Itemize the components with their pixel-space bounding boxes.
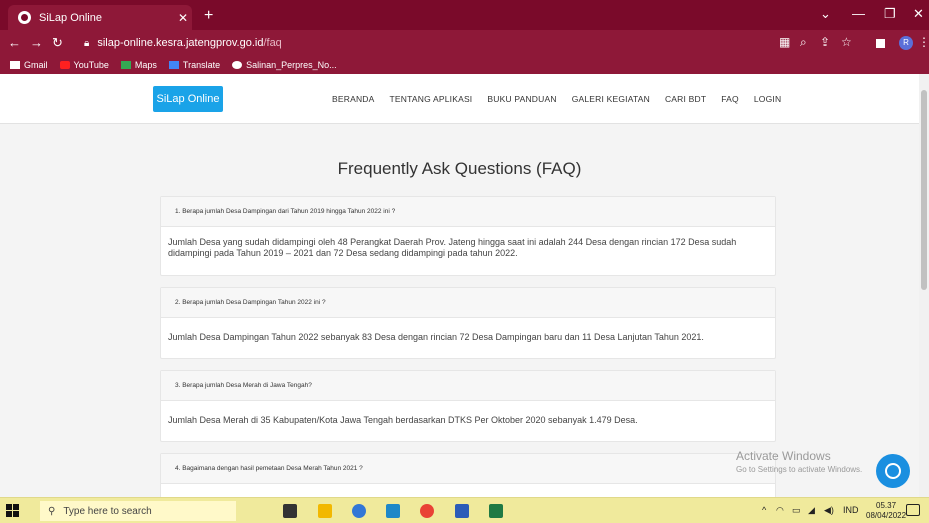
faq-answer: Jumlah Desa yang sudah didampingi oleh 4… [168,237,737,258]
word-icon[interactable] [455,504,469,518]
minimize-icon[interactable]: — [852,6,865,21]
notification-center-icon[interactable] [906,504,920,516]
translate-page-icon[interactable]: ▦ [779,35,790,49]
tab-strip: SiLap Online ✕ + ⌄ — ❐ ✕ [0,0,929,30]
windows-taskbar: ⚲ Type here to search ^ ◠ ▭ ◢ ◀) IND 05.… [0,497,929,523]
edge-icon[interactable] [352,504,366,518]
windows-start-icon[interactable] [6,504,20,518]
bookmark-translate[interactable]: Translate [168,60,220,70]
bookmarks-bar: Gmail YouTube Maps Translate Salinan_Per… [0,56,929,74]
search-icon: ⚲ [48,505,56,517]
window-close-icon[interactable]: ✕ [913,6,924,22]
menu-galeri-kegiatan[interactable]: GALERI KEGIATAN [572,94,650,104]
tab-title: SiLap Online [39,11,102,24]
faq-question[interactable]: 3. Berapa jumlah Desa Merah di Jawa Teng… [161,371,775,401]
menu-tentang-aplikasi[interactable]: TENTANG APLIKASI [390,94,473,104]
faq-item: 2. Berapa jumlah Desa Dampingan Tahun 20… [160,287,776,359]
chrome-icon[interactable] [420,504,434,518]
site-favicon-icon [18,11,31,24]
back-icon[interactable]: ← [8,35,21,50]
faq-question[interactable]: 1. Berapa jumlah Desa Dampingan dari Tah… [161,197,775,227]
bookmark-maps[interactable]: Maps [120,60,157,70]
forward-icon[interactable]: → [30,35,43,50]
faq-item: 1. Berapa jumlah Desa Dampingan dari Tah… [160,196,776,276]
web-page: SiLap Online BERANDA TENTANG APLIKASI BU… [0,74,919,497]
reload-icon[interactable]: ↻ [52,35,63,51]
task-view-icon[interactable] [283,504,297,518]
new-tab-icon[interactable]: + [204,7,213,25]
faq-question[interactable]: 2. Berapa jumlah Desa Dampingan Tahun 20… [161,288,775,318]
bookmark-star-icon[interactable]: ☆ [841,35,852,49]
excel-icon[interactable] [489,504,503,518]
restore-icon[interactable]: ❐ [884,6,896,22]
lock-icon: 🔒︎ [84,37,90,49]
site-navbar: SiLap Online BERANDA TENTANG APLIKASI BU… [0,74,919,124]
gmail-icon [10,61,20,69]
bookmark-youtube[interactable]: YouTube [59,60,109,70]
faq-item: 4. Bagaimana dengan hasil pemetaan Desa … [160,453,776,497]
volume-icon[interactable]: ◀) [824,505,834,516]
scrollbar-thumb[interactable] [921,90,927,290]
menu-login[interactable]: LOGIN [754,94,781,104]
battery-icon[interactable]: ▭ [792,505,801,516]
browser-tab[interactable]: SiLap Online ✕ [8,5,192,30]
page-scrollbar[interactable] [919,74,929,497]
faq-item: 3. Berapa jumlah Desa Merah di Jawa Teng… [160,370,776,442]
address-bar[interactable]: 🔒︎ silap-online.kesra.jatengprov.go.id/f… [84,34,764,52]
language-indicator[interactable]: IND [843,505,859,515]
brand-logo-button[interactable]: SiLap Online [153,86,223,112]
maps-icon [120,61,131,69]
faq-answer [161,484,775,494]
activate-windows-watermark: Activate Windows Go to Settings to activ… [736,449,863,474]
page-title: Frequently Ask Questions (FAQ) [337,159,582,178]
extension-icon[interactable] [876,39,885,48]
translate-icon [168,61,179,69]
search-placeholder: Type here to search [63,505,152,517]
site-favicon-icon [232,61,243,69]
site-menu: BERANDA TENTANG APLIKASI BUKU PANDUAN GA… [332,94,781,104]
chat-widget-button[interactable] [876,454,910,488]
url-path: /faq [263,37,282,49]
menu-buku-panduan[interactable]: BUKU PANDUAN [487,94,556,104]
faq-answer: Jumlah Desa Dampingan Tahun 2022 sebanya… [168,332,704,342]
wifi-icon[interactable]: ◢ [808,505,815,516]
tab-close-icon[interactable]: ✕ [174,11,192,25]
tab-search-chevron-icon[interactable]: ⌄ [820,6,831,22]
browser-toolbar: ← → ↻ 🔒︎ silap-online.kesra.jatengprov.g… [0,30,929,56]
file-explorer-icon[interactable] [318,504,332,518]
network-icon[interactable]: ◠ [776,505,784,516]
url-host: silap-online.kesra.jatengprov.go.id [97,37,264,49]
profile-avatar[interactable]: R [899,36,913,50]
tray-chevron-icon[interactable]: ^ [762,505,766,515]
taskbar-search-box[interactable]: ⚲ Type here to search [40,501,236,521]
menu-beranda[interactable]: BERANDA [332,94,375,104]
youtube-icon [59,61,70,69]
bookmark-gmail[interactable]: Gmail [10,60,48,70]
share-icon[interactable]: ⇪ [820,35,830,49]
faq-answer: Jumlah Desa Merah di 35 Kabupaten/Kota J… [168,415,638,425]
menu-faq[interactable]: FAQ [721,94,739,104]
zoom-icon[interactable]: ⌕ [800,35,807,50]
bookmark-salinan[interactable]: Salinan_Perpres_No... [232,60,337,70]
taskbar-clock[interactable]: 05.37 08/04/2022 [866,501,906,521]
browser-menu-icon[interactable]: ⋮ [918,35,929,49]
faq-question[interactable]: 4. Bagaimana dengan hasil pemetaan Desa … [161,454,775,484]
menu-cari-bdt[interactable]: CARI BDT [665,94,706,104]
mail-icon[interactable] [386,504,400,518]
